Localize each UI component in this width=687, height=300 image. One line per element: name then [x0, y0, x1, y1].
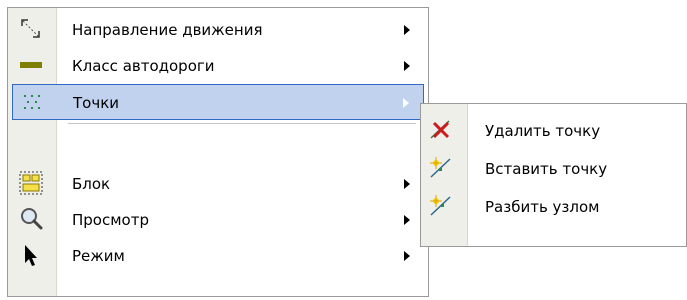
- menu-item-label: Точки: [73, 94, 120, 112]
- submenu-arrow-icon: [404, 215, 410, 225]
- cursor-arrow-icon: [18, 242, 44, 268]
- menu-item-label: Класс автодороги: [72, 57, 215, 75]
- insert-point-icon: [429, 156, 453, 180]
- submenu-arrow-icon: [404, 179, 410, 189]
- submenu-arrow-icon: [403, 98, 409, 108]
- submenu-item-label: Разбить узлом: [485, 198, 600, 216]
- split-node-icon: [429, 194, 453, 218]
- direction-arrow-icon: [18, 16, 44, 42]
- menu-item-view[interactable]: Просмотр: [12, 202, 424, 238]
- submenu-item-delete-point[interactable]: Удалить точку: [425, 112, 682, 150]
- menu-item-road-class[interactable]: Класс автодороги: [12, 48, 424, 84]
- road-class-icon: [18, 52, 44, 78]
- submenu-item-insert-point[interactable]: Вставить точку: [425, 150, 682, 188]
- context-menu: Направление движения Класс автодороги То…: [7, 7, 429, 297]
- menu-item-points[interactable]: Точки: [12, 84, 424, 120]
- menu-item-label: Блок: [72, 175, 111, 193]
- submenu-item-label: Удалить точку: [485, 122, 601, 140]
- submenu-arrow-icon: [404, 25, 410, 35]
- submenu-item-split-node[interactable]: Разбить узлом: [425, 188, 682, 226]
- menu-item-label: Режим: [72, 247, 125, 265]
- menu-item-mode[interactable]: Режим: [12, 238, 424, 274]
- magnifier-icon: [18, 206, 44, 232]
- menu-separator: [68, 123, 416, 124]
- menu-item-label: Просмотр: [72, 211, 149, 229]
- submenu-arrow-icon: [404, 61, 410, 71]
- points-submenu: Удалить точку Вставить точку Разбить узл: [420, 103, 687, 247]
- submenu-arrow-icon: [404, 251, 410, 261]
- delete-point-icon: [429, 118, 453, 142]
- block-icon: [18, 170, 44, 196]
- menu-item-block[interactable]: Блок: [12, 166, 424, 202]
- submenu-item-label: Вставить точку: [485, 160, 608, 178]
- menu-item-label: Направление движения: [72, 21, 263, 39]
- points-icon: [19, 89, 45, 115]
- menu-item-direction[interactable]: Направление движения: [12, 12, 424, 48]
